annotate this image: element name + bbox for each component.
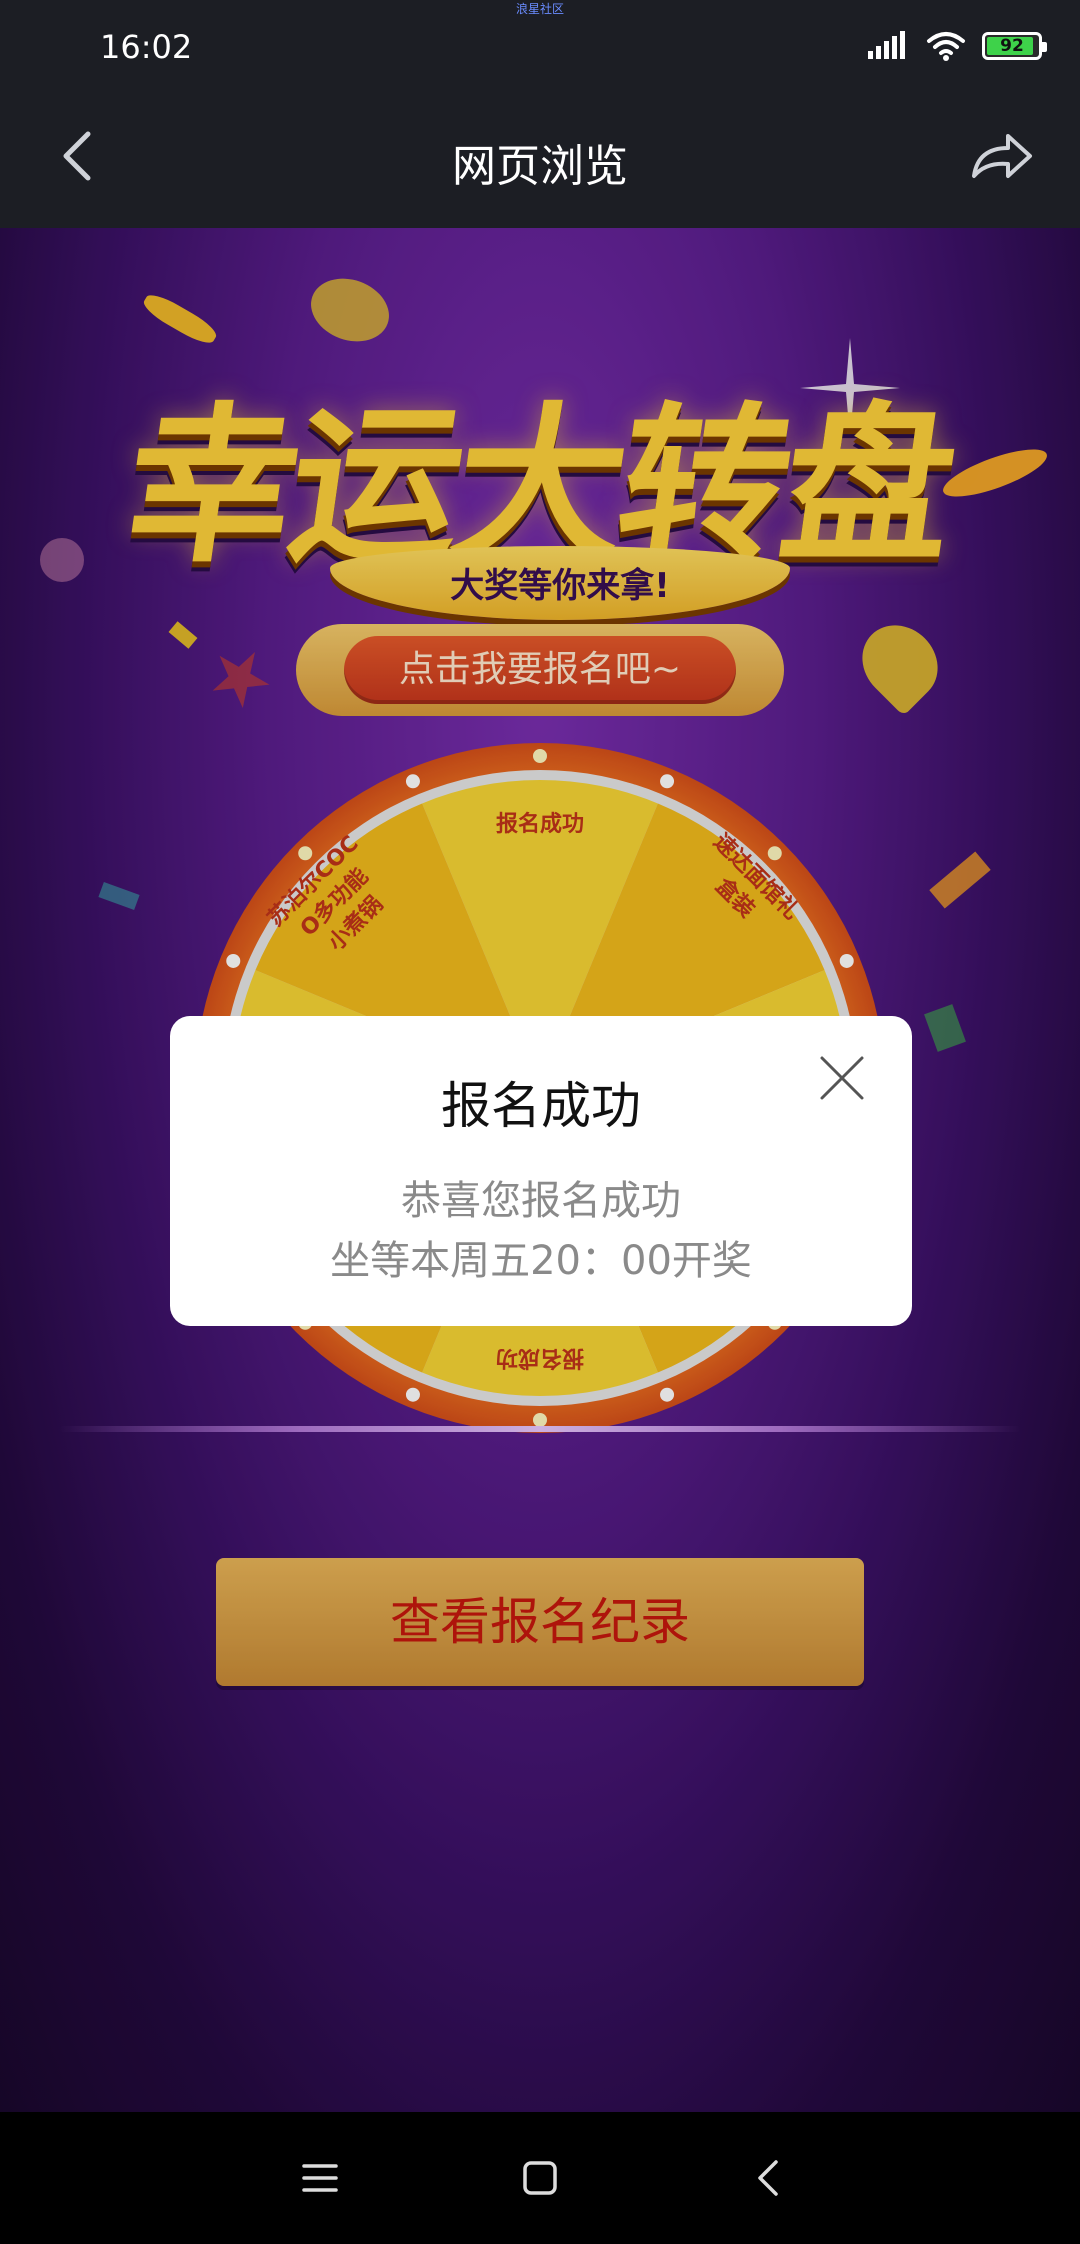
share-icon[interactable]	[968, 126, 1034, 186]
success-dialog: 报名成功 恭喜您报名成功 坐等本周五20：00开奖	[170, 1016, 912, 1326]
signal-icon	[868, 31, 905, 59]
back-icon[interactable]	[746, 2154, 794, 2202]
status-icons: 92	[868, 28, 1047, 64]
dialog-title: 报名成功	[441, 1077, 641, 1135]
wifi-icon	[927, 32, 965, 61]
page-title: 网页浏览	[452, 141, 628, 192]
battery-tip	[1042, 42, 1047, 52]
screen: 浪星社区 16:02 92 网页浏览 幸运大转盘 大奖等你来拿! 点击我要报名吧…	[0, 0, 1080, 2244]
dialog-message-line2: 坐等本周五20：00开奖	[330, 1238, 752, 1284]
close-icon[interactable]	[818, 1054, 866, 1102]
home-icon[interactable]	[516, 2154, 564, 2202]
battery-icon: 92	[982, 32, 1047, 60]
carrier-label: 浪星社区	[515, 2, 564, 16]
nav-bar: 网页浏览	[0, 90, 1080, 228]
battery-level-text: 92	[1000, 36, 1024, 56]
status-bar: 浪星社区 16:02 92	[0, 0, 1080, 90]
menu-icon[interactable]	[296, 2154, 344, 2202]
system-nav-bar	[0, 2112, 1080, 2244]
dialog-message-line1: 恭喜您报名成功	[401, 1178, 681, 1224]
status-time: 16:02	[100, 28, 193, 66]
